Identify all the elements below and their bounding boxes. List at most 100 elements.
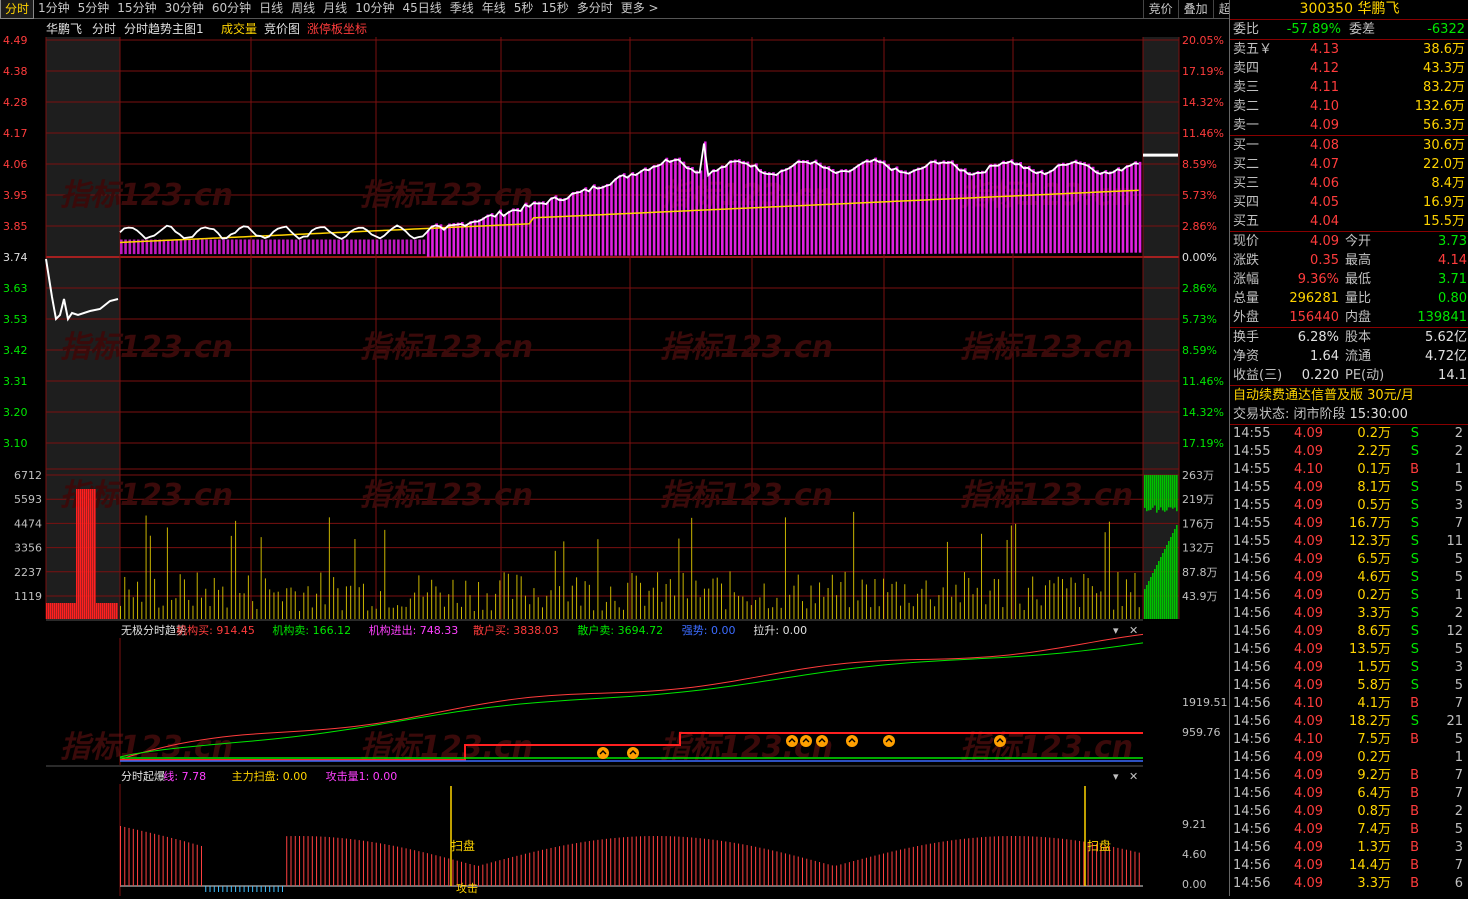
sweep-label: 扫盘	[451, 838, 475, 853]
tick-price: 4.09	[1294, 534, 1323, 549]
chart-header-item[interactable]: 竞价图	[264, 22, 300, 36]
period-tab[interactable]: 更多 >	[617, 0, 663, 19]
quote-value: 0.220	[1301, 368, 1339, 383]
tick-count: 5	[1454, 732, 1463, 747]
intraday-chart[interactable]: 华鹏飞 分时 分时趋势主图1 成交量 竞价图 涨停板坐标 4.49 20.05% 4.38 17.…	[0, 19, 1228, 896]
ind2-axis-label: 4.60	[1182, 848, 1207, 861]
close-icon[interactable]: ✕	[1129, 770, 1138, 783]
collapse-icon[interactable]: ▾	[1113, 770, 1119, 783]
tick-time: 14:55	[1233, 534, 1271, 549]
period-tab[interactable]: 30分钟	[161, 0, 208, 19]
tick-price: 4.09	[1294, 858, 1323, 873]
pct-tick-label: 17.19%	[1182, 437, 1224, 450]
action-button[interactable]: 叠加	[1177, 0, 1213, 18]
tick-row: 14:56 4.10 4.1万 B 7	[1230, 695, 1468, 713]
tick-row: 14:56 4.09 7.4万 B 5	[1230, 821, 1468, 839]
period-tab[interactable]: 周线	[287, 0, 319, 19]
ind1-legend-item: 强势: 0.00	[682, 624, 736, 637]
tick-price: 4.10	[1294, 696, 1323, 711]
signal-icon	[846, 735, 858, 747]
tick-time: 14:56	[1233, 822, 1271, 837]
tick-count: 2	[1454, 804, 1463, 819]
period-tab[interactable]: 分时	[0, 0, 35, 19]
period-tab[interactable]: 年线	[478, 0, 510, 19]
tick-time: 14:55	[1233, 498, 1271, 513]
price-tick-label: 4.28	[3, 96, 28, 109]
pct-tick-label: 20.05%	[1182, 34, 1224, 47]
period-tab[interactable]: 15分钟	[113, 0, 160, 19]
watermark: 指标123.cn	[960, 330, 1133, 365]
order-price: 4.08	[1310, 138, 1339, 153]
period-tab[interactable]: 60分钟	[208, 0, 255, 19]
tick-list[interactable]: 14:55 4.09 0.2万 S 2 14:55 4.09 2.2万 S 2 14:55 4.10 0…	[1230, 425, 1468, 893]
price-tick-label: 4.17	[3, 127, 28, 140]
period-tab[interactable]: 10分钟	[351, 0, 398, 19]
tick-time: 14:55	[1233, 480, 1271, 495]
tick-time: 14:56	[1233, 750, 1271, 765]
tick-side: S	[1410, 552, 1419, 567]
tick-row: 14:55 4.10 0.1万 B 1	[1230, 461, 1468, 479]
order-volume: 16.9万	[1423, 195, 1465, 210]
action-button[interactable]: 竞价	[1142, 0, 1178, 18]
tick-side: S	[1410, 660, 1419, 675]
tick-volume: 7.5万	[1357, 732, 1391, 747]
ind1-legend-item: 机构买: 914.45	[176, 623, 255, 637]
tick-price: 4.09	[1294, 624, 1323, 639]
tick-time: 14:56	[1233, 552, 1271, 567]
order-label: 买一	[1233, 138, 1260, 153]
burst-bars	[120, 826, 1140, 892]
order-label: 卖二	[1233, 99, 1260, 114]
period-tab[interactable]: 45日线	[398, 0, 445, 19]
period-tab[interactable]: 15秒	[537, 0, 572, 19]
tick-volume: 7.4万	[1357, 822, 1391, 837]
order-label: 卖三	[1233, 80, 1260, 95]
tick-price: 4.09	[1294, 750, 1323, 765]
pct-tick-label: 0.00%	[1182, 251, 1217, 264]
ind2-axis-label: 9.21	[1182, 818, 1207, 831]
collapse-icon[interactable]: ▾	[1113, 624, 1119, 637]
watermark: 指标123.cn	[360, 178, 533, 213]
tick-price: 4.09	[1294, 426, 1323, 441]
quote-value: 139841	[1417, 310, 1467, 325]
tick-side: B	[1410, 876, 1419, 891]
quote-value: 4.14	[1438, 253, 1467, 268]
quote-label: 现价	[1233, 234, 1260, 249]
period-tab[interactable]: 多分时	[573, 0, 617, 19]
tick-side: B	[1410, 858, 1419, 873]
pct-tick-label: 11.46%	[1182, 127, 1224, 140]
postmarket-bg	[1143, 37, 1179, 619]
period-tab[interactable]: 日线	[255, 0, 287, 19]
quote-label: 总量	[1233, 291, 1260, 306]
order-row: 买五 4.04 15.5万	[1230, 212, 1468, 231]
quote-row: 涨跌 0.35 最高 4.14	[1230, 251, 1468, 270]
watermark: 指标123.cn	[360, 330, 533, 365]
price-tick-label: 3.85	[3, 220, 28, 233]
order-volume: 30.6万	[1423, 138, 1465, 153]
period-tab[interactable]: 5分钟	[74, 0, 114, 19]
grid	[45, 37, 1180, 619]
quote-label: 流通	[1345, 349, 1372, 364]
period-tab[interactable]: 1分钟	[34, 0, 74, 19]
watermark: 指标123.cn	[60, 478, 233, 513]
quote-panel: 300350 华鹏飞 委比 -57.89% 委差 -6322 卖五￥ 4.13 38…	[1229, 0, 1468, 896]
trade-status-label: 交易状态: 闭市阶段	[1233, 407, 1346, 422]
pct-tick-label: 11.46%	[1182, 375, 1224, 388]
order-price: 4.05	[1310, 195, 1339, 210]
period-tab[interactable]: 月线	[319, 0, 351, 19]
watermark: 指标123.cn	[360, 478, 533, 513]
tick-volume: 16.7万	[1349, 516, 1391, 531]
subscription-ad[interactable]: 自动续费通达信普及版 30元/月	[1230, 386, 1468, 405]
tick-time: 14:56	[1233, 768, 1271, 783]
quote-label: 涨幅	[1233, 272, 1260, 287]
period-tab[interactable]: 季线	[446, 0, 478, 19]
tick-volume: 4.6万	[1357, 570, 1391, 585]
chart-area[interactable]: 华鹏飞 分时 分时趋势主图1 成交量 竞价图 涨停板坐标 4.49 20.05% 4.38 17.…	[0, 19, 1228, 896]
chart-header-item[interactable]: 涨停板坐标	[307, 21, 367, 36]
order-volume: 43.3万	[1423, 61, 1465, 76]
tick-row: 14:56 4.09 3.3万 S 2	[1230, 605, 1468, 623]
tick-price: 4.10	[1294, 462, 1323, 477]
vol-amount-label: 87.8万	[1182, 566, 1218, 579]
period-tab[interactable]: 5秒	[510, 0, 538, 19]
chart-header-item[interactable]: 成交量	[221, 21, 257, 36]
vol-amount-label: 219万	[1182, 493, 1214, 506]
